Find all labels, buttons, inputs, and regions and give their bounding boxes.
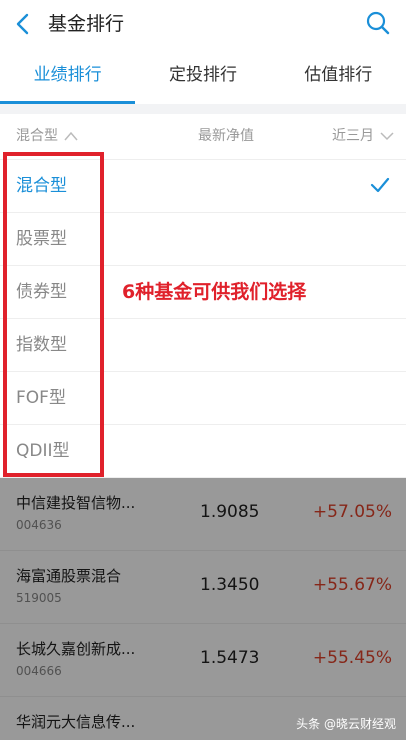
watermark: 头条 @晓云财经观	[296, 717, 396, 731]
tab-auto-invest-ranking[interactable]: 定投排行	[135, 48, 270, 104]
top-bar: 基金排行	[0, 0, 406, 48]
section-divider	[0, 104, 406, 114]
tab-performance-ranking[interactable]: 业绩排行	[0, 48, 136, 104]
fund-type-option-label: 债券型	[16, 282, 67, 302]
fund-type-option-label: 股票型	[16, 229, 67, 249]
back-button[interactable]	[10, 10, 38, 38]
column-header: 混合型 最新净值 近三月	[0, 114, 406, 160]
period-selector-label: 近三月	[332, 128, 374, 144]
fund-type-option-label: 指数型	[16, 335, 67, 355]
fund-type-dropdown: 混合型 股票型 债券型 指数型 FOF型 QDII型	[0, 160, 406, 478]
fund-type-option[interactable]: FOF型	[0, 372, 406, 425]
dim-overlay[interactable]	[0, 478, 406, 740]
checkmark-icon	[370, 177, 390, 193]
annotation-text: 6种基金可供我们选择	[122, 281, 307, 303]
tab-valuation-ranking[interactable]: 估值排行	[271, 48, 406, 104]
fund-ranking-screen: 基金排行 业绩排行 定投排行 估值排行 混合型 最新净值 近三月 混合型 股票型…	[0, 0, 406, 740]
fund-type-option[interactable]: 指数型	[0, 319, 406, 372]
fund-type-filter-label: 混合型	[16, 128, 58, 144]
fund-type-option[interactable]: 混合型	[0, 160, 406, 213]
fund-type-option[interactable]: QDII型	[0, 425, 406, 478]
latest-nav-column-label: 最新净值	[198, 128, 254, 144]
fund-type-option[interactable]: 股票型	[0, 213, 406, 266]
chevron-left-icon	[16, 13, 29, 35]
fund-type-option-label: 混合型	[16, 176, 67, 196]
chevron-up-icon	[64, 131, 78, 141]
fund-type-option-label: QDII型	[16, 441, 70, 461]
chevron-down-icon	[380, 132, 394, 141]
search-button[interactable]	[364, 9, 392, 37]
tab-bar: 业绩排行 定投排行 估值排行	[0, 48, 406, 104]
search-icon	[366, 11, 390, 35]
page-title: 基金排行	[48, 13, 125, 35]
period-selector[interactable]: 近三月	[332, 114, 394, 158]
fund-type-filter[interactable]: 混合型	[16, 114, 78, 158]
fund-type-option-label: FOF型	[16, 388, 66, 408]
